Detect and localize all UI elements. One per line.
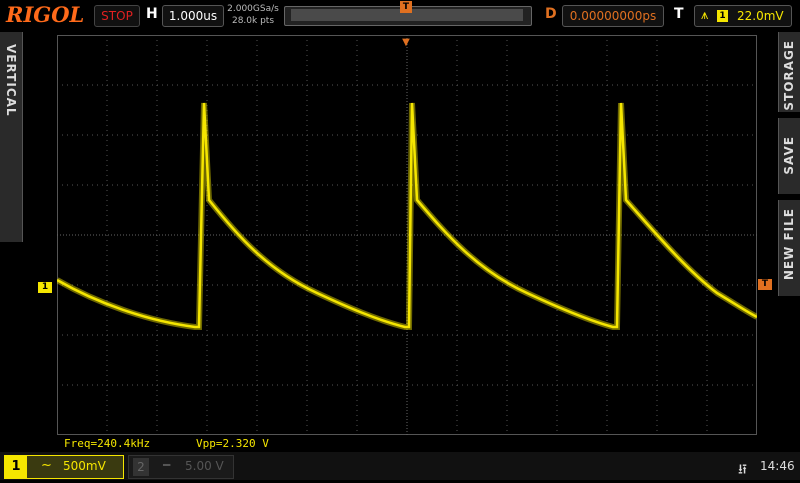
freq-measurement: Freq=240.4kHz bbox=[64, 437, 151, 450]
dc-coupling-icon: ━ bbox=[163, 458, 171, 472]
ch2-number: 2 bbox=[133, 458, 149, 476]
trigger-label: T bbox=[674, 6, 684, 22]
storage-tab-label: STORAGE bbox=[782, 40, 796, 111]
vertical-tab-label: VERTICAL bbox=[4, 44, 18, 117]
ac-coupling-icon: ~ bbox=[41, 458, 52, 473]
trigger-level-marker[interactable]: T bbox=[758, 279, 772, 290]
system-clock: 14:46 bbox=[760, 459, 795, 473]
ch1-number: 1 bbox=[5, 456, 27, 478]
brand-logo: RIGOL bbox=[6, 2, 85, 27]
ch2-scale: 5.00 V bbox=[185, 459, 224, 473]
trigger-source-badge: 1 bbox=[717, 10, 728, 22]
trigger-level-value: 22.0mV bbox=[737, 9, 784, 23]
delay-label: D bbox=[545, 6, 557, 22]
trigger-settings[interactable]: ⩚ 1 22.0mV bbox=[694, 5, 792, 27]
ch1-scale: 500mV bbox=[63, 459, 106, 473]
trigger-delay-value[interactable]: 0.00000000ps bbox=[562, 5, 664, 27]
timebase-value[interactable]: 1.000us bbox=[162, 5, 224, 27]
memory-depth: 28.0k pts bbox=[231, 16, 275, 26]
storage-tab[interactable]: STORAGE bbox=[778, 32, 800, 112]
usb-icon: ⭿ bbox=[738, 462, 748, 478]
sample-rate: 2.000GSa/s bbox=[227, 4, 279, 14]
new-file-tab-label: NEW FILE bbox=[782, 208, 796, 281]
ch2-settings[interactable]: 2 ━ 5.00 V bbox=[128, 455, 234, 479]
ch1-settings[interactable]: 1 ~ 500mV bbox=[4, 455, 124, 479]
trigger-position-marker: ▼ bbox=[402, 37, 410, 48]
sample-info: 2.000GSa/s 28.0k pts bbox=[226, 3, 280, 27]
horizontal-label: H bbox=[146, 6, 158, 22]
rising-edge-icon: ⩚ bbox=[701, 8, 709, 23]
new-file-tab[interactable]: NEW FILE bbox=[778, 200, 800, 296]
save-tab-label: SAVE bbox=[782, 136, 796, 175]
vertical-menu-tab[interactable]: VERTICAL bbox=[0, 32, 23, 242]
bottom-bar: 1 ~ 500mV 2 ━ 5.00 V ⭿ 14:46 bbox=[0, 452, 800, 480]
vpp-measurement: Vpp=2.320 V bbox=[196, 437, 269, 450]
waveform-display bbox=[57, 35, 757, 435]
top-bar: RIGOL STOP H 1.000us 2.000GSa/s 28.0k pt… bbox=[0, 0, 800, 30]
save-tab[interactable]: SAVE bbox=[778, 118, 800, 194]
graticule bbox=[57, 35, 757, 435]
ch1-ground-marker[interactable]: 1 bbox=[38, 282, 52, 293]
trigger-position-marker-top: T bbox=[400, 1, 412, 13]
run-stop-status[interactable]: STOP bbox=[94, 5, 140, 27]
